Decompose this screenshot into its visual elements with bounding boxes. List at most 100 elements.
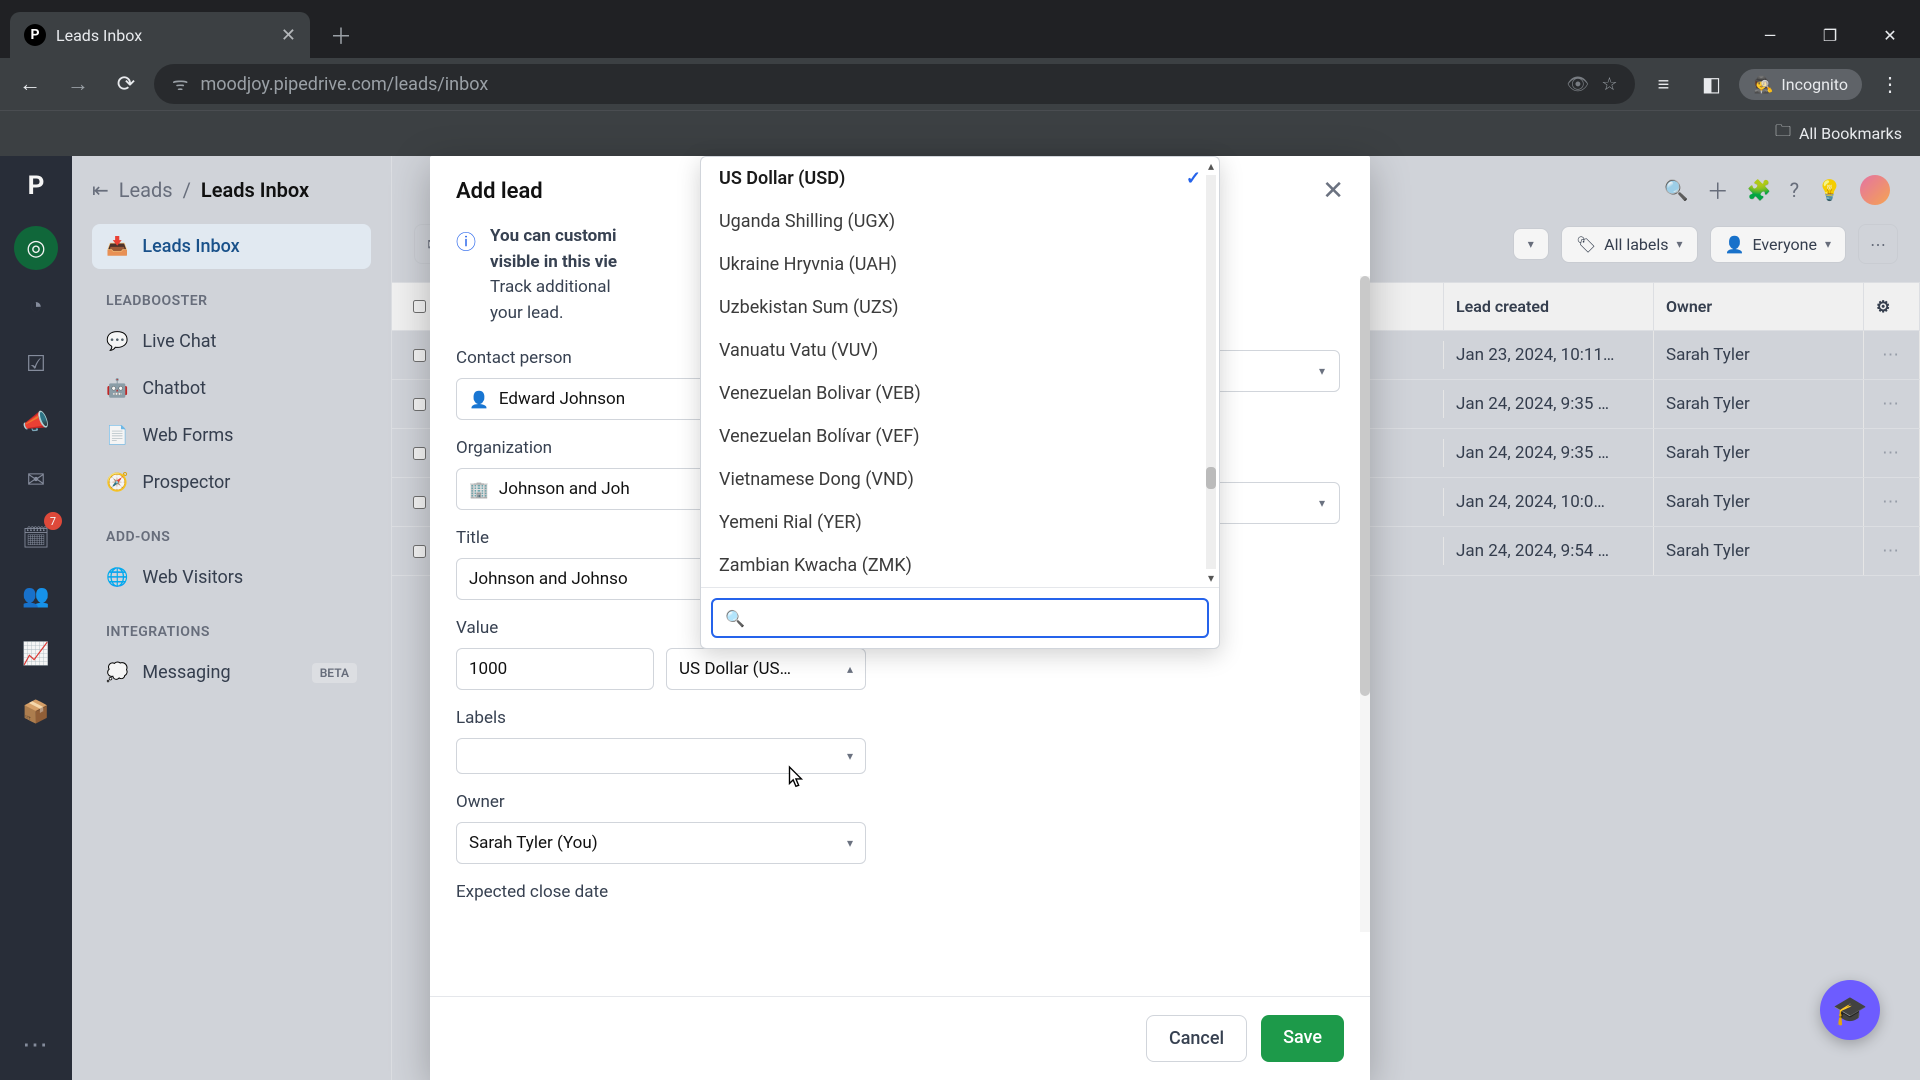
info-line: You can customi bbox=[490, 226, 617, 246]
option-label: Vanuatu Vatu (VUV) bbox=[719, 340, 878, 361]
collapse-icon[interactable]: ⇤ bbox=[92, 178, 109, 202]
help-icon[interactable]: ? bbox=[1790, 178, 1799, 202]
dropdown-scrollbar[interactable]: ▴ ▾ bbox=[1203, 157, 1219, 587]
more-button[interactable]: ⋯ bbox=[1858, 224, 1898, 264]
source-filter[interactable]: ▾ bbox=[1513, 228, 1549, 260]
modal-scrollbar[interactable] bbox=[1360, 276, 1370, 932]
new-tab-button[interactable]: ＋ bbox=[324, 13, 358, 57]
eye-off-icon[interactable]: 👁 bbox=[1566, 74, 1589, 95]
folder-icon: 🗀 bbox=[1775, 120, 1791, 147]
rail-products-icon[interactable]: 📦 bbox=[14, 690, 58, 734]
modal-footer: Cancel Save bbox=[430, 996, 1370, 1080]
sidebar-item-chatbot[interactable]: 🤖Chatbot bbox=[92, 366, 371, 411]
dropdown-option[interactable]: US Dollar (USD)✓ bbox=[701, 157, 1219, 200]
dropdown-option[interactable]: Venezuelan Bolivar (VEB) bbox=[701, 372, 1219, 415]
close-tab-icon[interactable]: ✕ bbox=[281, 25, 296, 46]
dropdown-option[interactable]: Yemeni Rial (YER) bbox=[701, 501, 1219, 544]
sidebar-item-web-forms[interactable]: 📄Web Forms bbox=[92, 413, 371, 458]
row-menu-button[interactable]: ⋯ bbox=[1864, 380, 1920, 428]
extensions-icon[interactable]: ≡ bbox=[1643, 64, 1683, 104]
value-amount-input[interactable]: 1000 bbox=[456, 648, 654, 690]
logo-icon[interactable]: P bbox=[14, 164, 58, 208]
modal-close-button[interactable]: ✕ bbox=[1322, 176, 1344, 206]
browser-tab[interactable]: P Leads Inbox ✕ bbox=[10, 12, 310, 58]
row-menu-button[interactable]: ⋯ bbox=[1864, 527, 1920, 575]
scrollbar-thumb[interactable] bbox=[1360, 276, 1370, 696]
site-info-icon[interactable]: ᯤ bbox=[172, 72, 188, 96]
cell-created: Jan 24, 2024, 10:0… bbox=[1444, 478, 1654, 526]
owner-select[interactable]: Sarah Tyler (You)▾ bbox=[456, 822, 866, 864]
address-bar[interactable]: ᯤ moodjoy.pipedrive.com/leads/inbox 👁 ☆ bbox=[154, 64, 1635, 104]
dropdown-search-field[interactable] bbox=[755, 608, 1195, 628]
column-owner[interactable]: Owner bbox=[1654, 283, 1864, 330]
cell-created: Jan 23, 2024, 10:11… bbox=[1444, 331, 1654, 379]
sidebar-item-prospector[interactable]: 🧭Prospector bbox=[92, 460, 371, 505]
save-button[interactable]: Save bbox=[1261, 1015, 1344, 1062]
back-button[interactable]: ← bbox=[10, 64, 50, 104]
rail-mail-icon[interactable]: ✉ bbox=[14, 458, 58, 502]
sidebar-item-web-visitors[interactable]: 🌐Web Visitors bbox=[92, 555, 371, 600]
dropdown-option[interactable]: Venezuelan Bolívar (VEF) bbox=[701, 415, 1219, 458]
dropdown-list[interactable]: US Dollar (USD)✓Uganda Shilling (UGX)Ukr… bbox=[701, 157, 1219, 587]
dropdown-option[interactable]: Uganda Shilling (UGX) bbox=[701, 200, 1219, 243]
sidebar: ⇤ Leads / Leads Inbox 📥 Leads Inbox LEAD… bbox=[72, 156, 392, 1080]
owner-filter-label: Everyone bbox=[1752, 235, 1816, 254]
row-menu-button[interactable]: ⋯ bbox=[1864, 429, 1920, 477]
rail-projects-icon[interactable]: ☑ bbox=[14, 342, 58, 386]
plus-icon[interactable]: ＋ bbox=[1707, 174, 1729, 206]
dropdown-search-row: 🔍 bbox=[701, 587, 1219, 648]
caret-up-icon: ▴ bbox=[847, 662, 853, 676]
maximize-button[interactable]: ❐ bbox=[1800, 12, 1860, 58]
bulb-icon[interactable]: 💡 bbox=[1817, 178, 1842, 202]
row-menu-button[interactable]: ⋯ bbox=[1864, 478, 1920, 526]
rail-deals-icon[interactable]: ◔ bbox=[14, 284, 58, 328]
close-window-button[interactable]: ✕ bbox=[1860, 12, 1920, 58]
sidebar-item-messaging[interactable]: 💭MessagingBETA bbox=[92, 650, 371, 695]
value-currency-select[interactable]: US Dollar (US… ▴ bbox=[666, 648, 866, 690]
all-bookmarks[interactable]: All Bookmarks bbox=[1799, 124, 1902, 143]
reload-button[interactable]: ⟳ bbox=[106, 64, 146, 104]
dropdown-option[interactable]: Uzbekistan Sum (UZS) bbox=[701, 286, 1219, 329]
sidebar-item-leads-inbox[interactable]: 📥 Leads Inbox bbox=[92, 224, 371, 269]
rail-contacts-icon[interactable]: 👥 bbox=[14, 574, 58, 618]
beta-badge: BETA bbox=[312, 663, 357, 683]
url-text: moodjoy.pipedrive.com/leads/inbox bbox=[200, 74, 1554, 95]
dropdown-option[interactable]: Ukraine Hryvnia (UAH) bbox=[701, 243, 1219, 286]
scroll-down-icon[interactable]: ▾ bbox=[1208, 569, 1214, 587]
select-value: US Dollar (US… bbox=[679, 659, 791, 679]
labels-select[interactable]: ▾ bbox=[456, 738, 866, 774]
incognito-chip[interactable]: 🕵 Incognito bbox=[1739, 69, 1862, 100]
rail-activities-icon[interactable]: 🗓7 bbox=[14, 516, 58, 560]
rail-campaigns-icon[interactable]: 📣 bbox=[14, 400, 58, 444]
avatar[interactable] bbox=[1860, 175, 1890, 205]
column-lead-created[interactable]: Lead created bbox=[1444, 283, 1654, 330]
star-icon[interactable]: ☆ bbox=[1601, 74, 1617, 95]
sidebar-item-live-chat[interactable]: 💬Live Chat bbox=[92, 319, 371, 364]
column-settings-icon[interactable]: ⚙ bbox=[1864, 283, 1920, 330]
row-menu-button[interactable]: ⋯ bbox=[1864, 331, 1920, 379]
scroll-up-icon[interactable]: ▴ bbox=[1208, 157, 1214, 175]
rail-leads-icon[interactable]: ◎ bbox=[14, 226, 58, 270]
cancel-button[interactable]: Cancel bbox=[1146, 1015, 1247, 1062]
rail-insights-icon[interactable]: 📈 bbox=[14, 632, 58, 676]
browser-menu-icon[interactable]: ⋮ bbox=[1870, 64, 1910, 104]
dropdown-search-input[interactable]: 🔍 bbox=[711, 598, 1209, 638]
search-icon[interactable]: 🔍 bbox=[1664, 178, 1689, 202]
dropdown-option[interactable]: Vietnamese Dong (VND) bbox=[701, 458, 1219, 501]
sidebar-header-addons: ADD-ONS bbox=[106, 529, 371, 545]
minimize-button[interactable]: — bbox=[1740, 12, 1800, 58]
scrollbar-thumb[interactable] bbox=[1206, 467, 1216, 489]
option-label: Vietnamese Dong (VND) bbox=[719, 469, 914, 490]
labels-label: Labels bbox=[456, 708, 866, 728]
rail-more-icon[interactable]: ⋯ bbox=[22, 1030, 50, 1060]
labels-filter[interactable]: 🏷All labels▾ bbox=[1561, 226, 1698, 263]
dropdown-option[interactable]: Zambian Kwacha (ZMK) bbox=[701, 544, 1219, 587]
form-icon: 📄 bbox=[106, 425, 128, 446]
side-panel-icon[interactable]: ◧ bbox=[1691, 64, 1731, 104]
puzzle-icon[interactable]: 🧩 bbox=[1747, 178, 1772, 202]
breadcrumb-parent[interactable]: Leads bbox=[119, 178, 173, 202]
forward-button: → bbox=[58, 64, 98, 104]
dropdown-option[interactable]: Vanuatu Vatu (VUV) bbox=[701, 329, 1219, 372]
owner-filter[interactable]: 👤Everyone▾ bbox=[1710, 226, 1846, 263]
help-fab-button[interactable]: 🎓 bbox=[1820, 980, 1880, 1040]
